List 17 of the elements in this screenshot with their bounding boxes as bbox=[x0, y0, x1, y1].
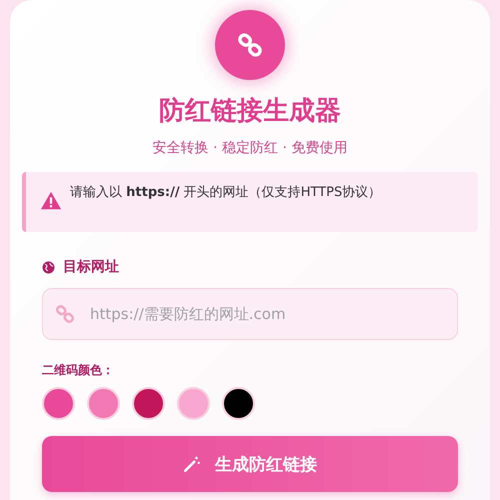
globe-icon bbox=[42, 260, 55, 274]
color-swatch[interactable] bbox=[222, 387, 255, 420]
magic-wand-icon bbox=[183, 455, 201, 473]
link-icon bbox=[55, 304, 75, 324]
color-swatch[interactable] bbox=[42, 387, 75, 420]
color-label: 二维码颜色： bbox=[42, 362, 114, 379]
subtitle: 安全转换 · 稳定防红 · 免费使用 bbox=[152, 139, 348, 158]
color-swatch[interactable] bbox=[132, 387, 165, 420]
color-swatch[interactable] bbox=[87, 387, 120, 420]
color-swatch[interactable] bbox=[177, 387, 210, 420]
url-input-field[interactable]: https://需要防红的网址.com bbox=[42, 288, 458, 340]
generate-button[interactable]: 生成防红链接 bbox=[42, 436, 458, 492]
page-title: 防红链接生成器 bbox=[158, 95, 342, 128]
field-label: 目标网址 bbox=[63, 258, 119, 276]
notice-text: 请输入以 https:// 开头的网址（仅支持HTTPS协议） bbox=[70, 184, 382, 202]
warning-icon bbox=[40, 190, 62, 212]
link-icon bbox=[237, 32, 263, 58]
